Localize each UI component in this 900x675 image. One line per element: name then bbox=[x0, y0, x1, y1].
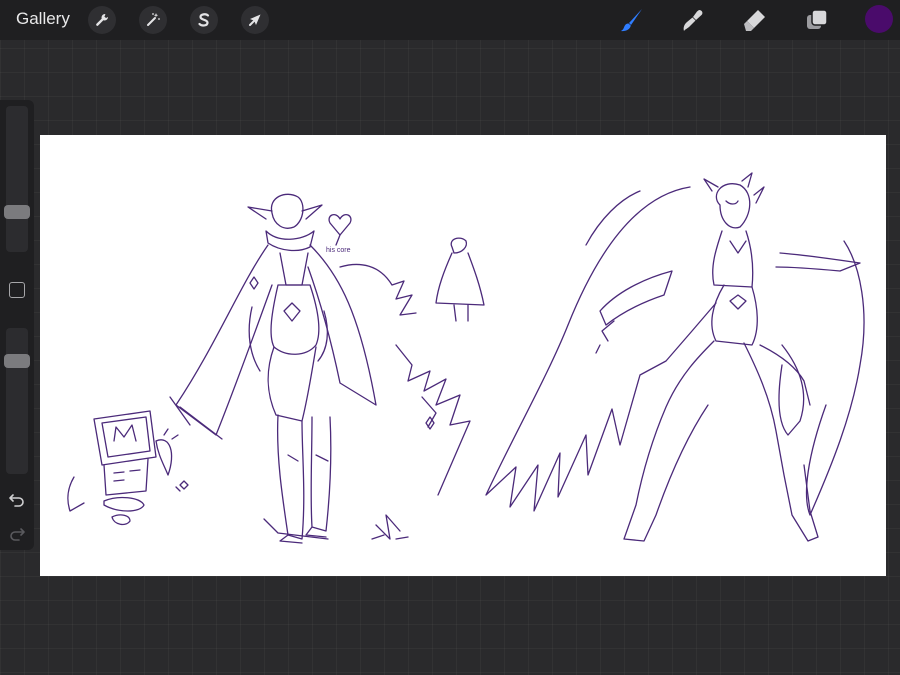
side-panel bbox=[0, 100, 34, 550]
smudge-tool-button[interactable] bbox=[678, 5, 708, 35]
brush-tool-button[interactable] bbox=[617, 5, 647, 35]
sketch-lightning-shape bbox=[339, 263, 471, 540]
undo-button[interactable] bbox=[8, 490, 26, 508]
sketch-artwork: his core bbox=[67, 172, 865, 544]
actions-button[interactable] bbox=[88, 6, 116, 34]
layers-button[interactable] bbox=[802, 5, 832, 35]
eraser-icon bbox=[744, 10, 765, 31]
gallery-button[interactable]: Gallery bbox=[16, 9, 70, 29]
selection-s-icon bbox=[198, 13, 210, 27]
brush-size-thumb[interactable] bbox=[4, 205, 30, 219]
opacity-slider[interactable] bbox=[4, 328, 30, 474]
selection-button[interactable] bbox=[190, 6, 218, 34]
wrench-icon bbox=[96, 14, 108, 26]
top-toolbar: Gallery bbox=[0, 0, 900, 40]
arrow-cursor-icon bbox=[249, 14, 261, 26]
redo-button[interactable] bbox=[8, 524, 26, 542]
transform-button[interactable] bbox=[241, 6, 269, 34]
magic-wand-icon bbox=[147, 13, 160, 26]
redo-icon bbox=[10, 528, 25, 541]
sketch-heart-doodle bbox=[328, 214, 352, 246]
undo-icon bbox=[9, 494, 24, 507]
modify-button[interactable] bbox=[9, 282, 25, 298]
color-picker-swatch[interactable] bbox=[865, 5, 893, 33]
sketch-winged-figure bbox=[485, 172, 865, 542]
brush-size-slider[interactable] bbox=[4, 106, 30, 252]
eraser-tool-button[interactable] bbox=[740, 5, 770, 35]
adjustments-button[interactable] bbox=[139, 6, 167, 34]
sketch-small-character bbox=[435, 237, 485, 322]
opacity-thumb[interactable] bbox=[4, 354, 30, 369]
sketch-note-text: his core bbox=[326, 247, 351, 254]
sketch-robot-monitor bbox=[67, 410, 181, 526]
brush-icon bbox=[621, 9, 642, 32]
drawing-canvas[interactable]: his core bbox=[40, 135, 886, 576]
smudge-icon bbox=[683, 10, 703, 31]
layers-icon bbox=[807, 9, 828, 29]
